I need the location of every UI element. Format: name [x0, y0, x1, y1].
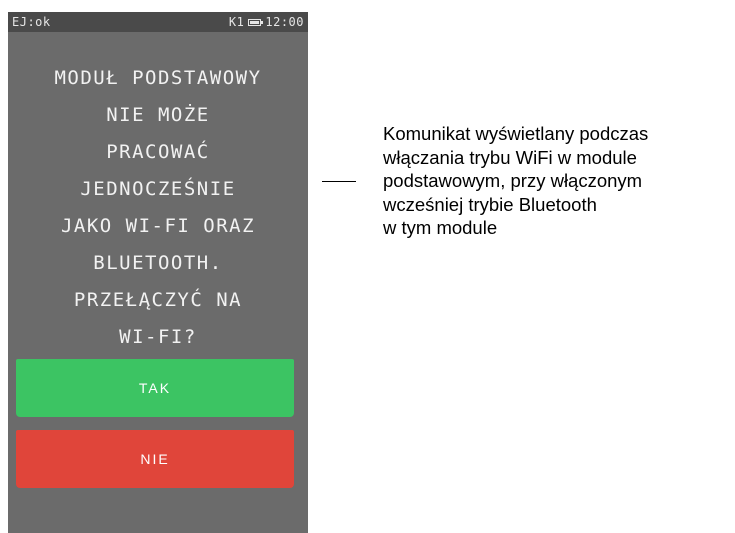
caption-line: wcześniej trybie Bluetooth [383, 193, 597, 215]
message-line: WI-FI? [119, 326, 197, 348]
message-line: BLUETOOTH. [93, 252, 223, 274]
dialog-message: MODUŁ PODSTAWOWY NIE MOŻE PRACOWAĆ JEDNO… [8, 60, 308, 356]
callout-line [322, 181, 356, 182]
status-channel: K1 [228, 15, 245, 29]
message-line: JAKO WI-FI ORAZ [60, 215, 256, 237]
status-time: 12:00 [265, 15, 304, 29]
caption-line: podstawowym, przy włączonym [383, 170, 643, 191]
message-line: PRZEŁĄCZYĆ NA [73, 289, 243, 311]
status-right-group: K1 12:00 [229, 12, 304, 32]
message-line: PRACOWAĆ [106, 141, 210, 163]
message-line: JEDNOCZEŚNIE [80, 178, 236, 200]
message-line: NIE MOŻE [106, 104, 210, 126]
yes-button[interactable]: TAK [16, 359, 294, 417]
status-ej: EJ:ok [12, 15, 51, 29]
caption-line: włączania trybu WiFi w module [383, 146, 637, 168]
no-button[interactable]: NIE [16, 430, 294, 488]
message-line: MODUŁ PODSTAWOWY [54, 67, 262, 89]
battery-icon [248, 18, 264, 26]
caption-line: w tym module [383, 217, 498, 238]
caption-line: Komunikat wyświetlany podczas [383, 123, 649, 144]
annotation-caption: Komunikat wyświetlany podczas włączania … [383, 122, 733, 240]
status-bar: EJ:ok K1 12:00 [8, 12, 308, 32]
device-screen: EJ:ok K1 12:00 MODUŁ PODSTAWOWY NIE MOŻE… [8, 12, 308, 533]
